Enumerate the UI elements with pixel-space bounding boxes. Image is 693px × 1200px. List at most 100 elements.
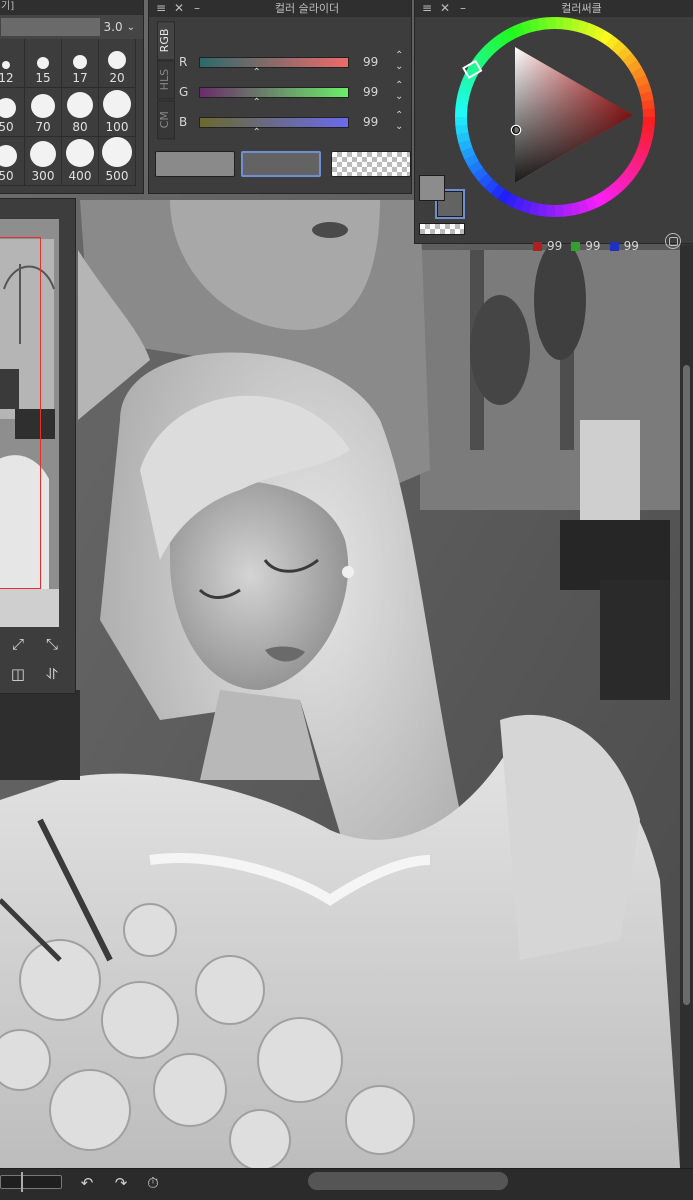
hue-segment	[634, 74, 650, 88]
hue-segment	[570, 18, 582, 33]
brush-dot-icon	[2, 61, 10, 69]
stepper-icon[interactable]: ⌃ ⌄	[395, 110, 403, 132]
color-slider-titlebar[interactable]: ≡ ✕ – 컬러 슬라이더	[149, 0, 411, 17]
tab-rgb[interactable]: RGB	[157, 21, 175, 61]
hue-segment	[484, 39, 500, 55]
brush-size-label: 12	[0, 71, 14, 85]
hue-segment	[604, 184, 620, 200]
navigator-preview[interactable]	[0, 219, 59, 627]
red-value: 99	[547, 239, 563, 253]
color-circle-options-icon[interactable]	[665, 233, 681, 249]
tab-cmyk[interactable]: CM	[157, 99, 175, 139]
hue-segment	[611, 40, 627, 56]
undo-icon[interactable]: ↶	[76, 1172, 98, 1194]
hue-segment	[497, 29, 512, 45]
rgb-readout: 99 99 99	[533, 239, 639, 253]
brush-dot-icon	[108, 51, 126, 69]
brush-size-preset[interactable]: 20	[99, 39, 136, 88]
navigator-view-frame[interactable]	[0, 237, 41, 589]
brush-size-value-row[interactable]: 3.0 ⌄	[0, 15, 143, 39]
color-mode-tabs: RGB HLS CM	[157, 21, 175, 139]
brush-size-label: 50	[0, 169, 14, 183]
hue-segment	[464, 153, 479, 167]
stepper-icon[interactable]: ⌃ ⌄	[395, 50, 403, 72]
brush-dot-icon	[103, 90, 131, 118]
green-channel-icon	[571, 241, 581, 251]
sub-color-swatch[interactable]	[241, 151, 321, 177]
brush-dot-icon	[0, 98, 16, 118]
brush-size-preset[interactable]: 300	[25, 137, 62, 186]
brush-dot-icon	[31, 94, 55, 118]
hamburger-icon[interactable]: ≡	[421, 1, 433, 15]
color-circle-titlebar[interactable]: ≡ ✕ – 컬러써클	[415, 0, 693, 17]
hamburger-icon[interactable]: ≡	[155, 1, 167, 15]
brush-size-preset[interactable]: 80	[62, 88, 99, 137]
brush-size-label: 300	[31, 169, 55, 183]
brush-size-preset[interactable]: 50	[0, 88, 25, 137]
brush-dot-icon	[67, 92, 93, 118]
brush-size-label: 500	[105, 169, 129, 183]
brush-size-label: 17	[72, 71, 88, 85]
brush-size-preset[interactable]: 17	[62, 39, 99, 88]
brush-size-panel: 기] 3.0 ⌄ 12 15 17 20 50 70 80 100 50 300 400 500	[0, 0, 144, 194]
hue-segment	[537, 17, 549, 31]
close-icon[interactable]: ✕	[173, 1, 185, 15]
channel-track[interactable]	[199, 87, 349, 98]
color-slider-title: 컬러 슬라이더	[274, 2, 340, 15]
hue-segment	[536, 203, 548, 217]
redo-icon[interactable]: ↷	[110, 1172, 132, 1194]
hue-segment	[641, 99, 655, 111]
minimize-icon[interactable]: –	[457, 1, 469, 15]
color-circle-title: 컬러써클	[561, 2, 602, 15]
brush-size-preset[interactable]: 50	[0, 137, 25, 186]
hue-segment	[569, 201, 581, 216]
color-circle-panel: ≡ ✕ – 컬러써클 99 99 99	[414, 0, 693, 253]
brush-size-panel-title: 기]	[0, 0, 143, 15]
transparent-mini-swatch[interactable]	[419, 223, 465, 235]
hue-segment	[627, 59, 643, 74]
flip-horizontal-icon[interactable]: ◫	[5, 661, 31, 687]
minimize-icon[interactable]: –	[191, 1, 203, 15]
saturation-value-triangle[interactable]	[515, 47, 633, 183]
brush-size-label: 20	[109, 71, 125, 85]
hue-segment	[621, 167, 637, 182]
hue-segment	[637, 139, 652, 153]
expand-view-icon[interactable]: ⤡	[39, 631, 65, 657]
tab-hls[interactable]: HLS	[157, 60, 175, 100]
hue-segment	[478, 45, 494, 61]
hue-segment	[626, 160, 642, 176]
stepper-icon[interactable]: ⌃ ⌄	[395, 80, 403, 102]
hue-segment	[616, 173, 632, 189]
channel-track[interactable]	[199, 117, 349, 128]
rotate-reset-icon[interactable]: ⏱	[142, 1172, 164, 1194]
clip-studio-workspace: ↶ ↷ ⏱ 기] 3.0 ⌄ 12 15 17 20 50 70 80 100 50 300 400…	[0, 0, 693, 1200]
flip-vertical-icon[interactable]: ⥯	[39, 661, 65, 687]
main-color-swatch[interactable]	[155, 151, 235, 177]
hue-segment	[598, 189, 613, 205]
zoom-slider[interactable]	[0, 1172, 62, 1192]
brush-size-slider[interactable]	[1, 18, 100, 36]
brush-size-preset[interactable]: 500	[99, 137, 136, 186]
brush-size-preset[interactable]: 100	[99, 88, 136, 137]
brush-dot-icon	[66, 139, 94, 167]
chevron-down-icon[interactable]: ⌄	[127, 22, 135, 33]
vertical-scrollbar[interactable]	[680, 245, 693, 1168]
slider-row-b: B ⌃ 99 ⌃ ⌄	[179, 110, 404, 138]
horizontal-scrollbar-thumb[interactable]	[308, 1172, 508, 1190]
slider-row-r: R ⌃ 99 ⌃ ⌄	[179, 50, 404, 78]
fit-to-screen-icon[interactable]: ⤢	[5, 631, 31, 657]
hue-segment	[472, 166, 488, 182]
transparent-color-swatch[interactable]	[331, 151, 411, 177]
channel-track[interactable]	[199, 57, 349, 68]
hue-segment	[511, 196, 525, 211]
brush-size-preset[interactable]: 400	[62, 137, 99, 186]
brush-size-preset[interactable]: 70	[25, 88, 62, 137]
main-color-mini-swatch[interactable]	[419, 175, 445, 201]
blue-value: 99	[623, 239, 639, 253]
brush-dot-icon	[0, 145, 17, 167]
close-icon[interactable]: ✕	[439, 1, 451, 15]
brush-size-preset[interactable]: 12	[0, 39, 25, 88]
vertical-scrollbar-thumb[interactable]	[683, 365, 690, 1005]
brush-dot-icon	[30, 141, 56, 167]
brush-size-preset[interactable]: 15	[25, 39, 62, 88]
